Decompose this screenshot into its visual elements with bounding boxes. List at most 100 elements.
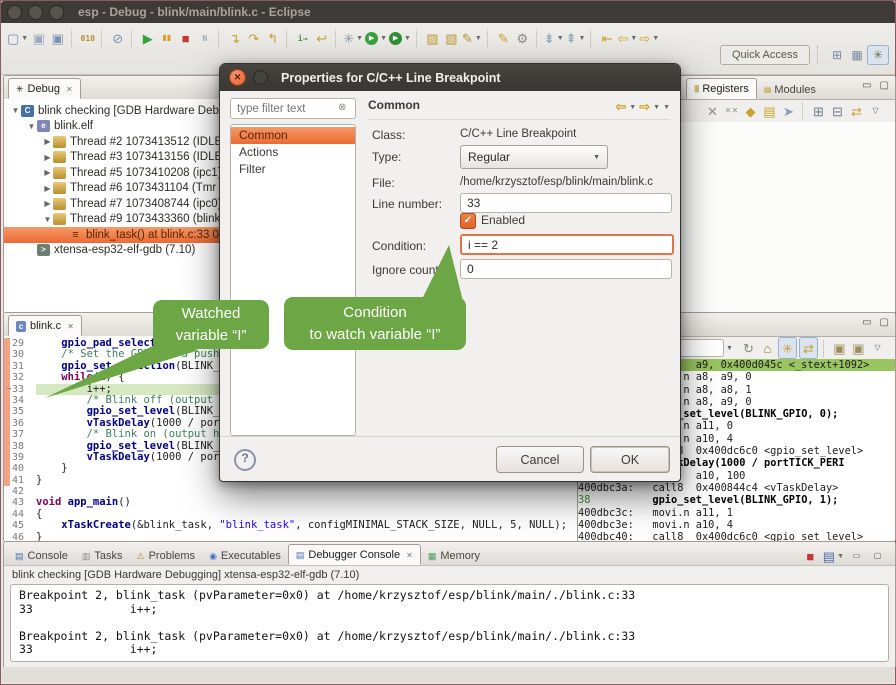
type-dropdown[interactable]: Regular ▼	[460, 145, 608, 169]
tab-problems[interactable]: ⚠Problems	[130, 546, 203, 565]
help-button[interactable]: ?	[234, 449, 256, 471]
minimize-view-button[interactable]: ▭	[862, 81, 871, 91]
expander-expanded-icon[interactable]: ▼	[42, 215, 53, 224]
expander-collapsed-icon[interactable]: ▶	[42, 168, 53, 177]
annotation-brush-icon[interactable]: ✎	[495, 28, 512, 48]
view-menu-icon[interactable]: ▽	[867, 101, 884, 121]
cancel-button[interactable]: Cancel	[496, 446, 584, 473]
back-dropdown[interactable]: ⇦▼	[617, 28, 637, 48]
tab-modules[interactable]: ▤Modules	[757, 80, 823, 99]
dialog-maximize-button[interactable]	[253, 70, 268, 85]
profile-icon[interactable]: ⚙	[514, 28, 531, 48]
drop-to-frame-button[interactable]: ↩	[313, 28, 330, 48]
collapse-all-icon[interactable]: ⊟	[829, 101, 846, 121]
open-element-icon[interactable]: ▨	[424, 28, 441, 48]
tab-console[interactable]: ▤Console	[8, 546, 75, 565]
link-with-debug-icon[interactable]: ⇄	[848, 101, 865, 121]
dialog-close-button[interactable]: ✕	[229, 69, 246, 86]
close-tab-icon[interactable]: ✕	[406, 551, 413, 560]
display-selected-console-dropdown[interactable]: ▤▼	[823, 546, 844, 566]
clear-filter-icon[interactable]: ⊗	[338, 102, 346, 113]
chevron-down-icon[interactable]: ▼	[629, 104, 636, 111]
dialog-nav-common[interactable]: Common	[231, 127, 355, 144]
mark-occurrences-dropdown[interactable]: ✎▼	[462, 28, 482, 48]
show-breakpoints-icon[interactable]: ◆	[742, 101, 759, 121]
external-tools-dropdown[interactable]: ▶▼	[389, 28, 411, 48]
view-menu-icon[interactable]: ▽	[869, 338, 886, 358]
expander-collapsed-icon[interactable]: ▶	[42, 153, 53, 162]
close-button[interactable]	[7, 5, 22, 20]
skip-all-breakpoints-toggle[interactable]: ⊘	[109, 28, 126, 48]
forward-dropdown[interactable]: ⇨▼	[639, 28, 659, 48]
maximize-view-button[interactable]: ▢	[869, 546, 886, 566]
next-annotation-dropdown[interactable]: ⇟▼	[544, 28, 564, 48]
close-tab-icon[interactable]: ✕	[67, 322, 74, 331]
dialog-nav-filter[interactable]: Filter	[231, 161, 355, 178]
forward-icon[interactable]: ⇨	[639, 99, 650, 115]
suspend-button[interactable]: ▮▮	[158, 28, 175, 48]
breakpoint-arrow-icon[interactable]: →	[4, 382, 13, 392]
open-new-view-icon[interactable]: ▣	[831, 338, 848, 358]
save-button[interactable]: ▣	[30, 28, 47, 48]
tab-blink-c[interactable]: c blink.c ✕	[8, 315, 82, 336]
minimize-view-button[interactable]: ▭	[862, 318, 871, 328]
disconnect-button[interactable]: N	[196, 28, 213, 48]
step-return-button[interactable]: ↰	[264, 28, 281, 48]
maximize-view-button[interactable]: ▢	[880, 81, 889, 91]
instruction-stepping-toggle[interactable]: i→	[294, 28, 311, 48]
minimize-button[interactable]	[28, 5, 43, 20]
maximize-view-button[interactable]: ▢	[880, 318, 889, 328]
expander-collapsed-icon[interactable]: ▶	[42, 199, 53, 208]
step-into-button[interactable]: ↴	[226, 28, 243, 48]
goto-file-icon[interactable]: ▤	[761, 101, 778, 121]
tab-executables[interactable]: ◉Executables	[202, 546, 288, 565]
home-icon[interactable]: ⌂	[759, 338, 776, 358]
step-over-button[interactable]: ↷	[245, 28, 262, 48]
dialog-nav-actions[interactable]: Actions	[231, 144, 355, 161]
last-edit-location-button[interactable]: ⇤	[598, 28, 615, 48]
quick-access-button[interactable]: Quick Access	[720, 45, 810, 65]
debug-history-dropdown[interactable]: ✳▼	[343, 28, 363, 48]
expander-expanded-icon[interactable]: ▼	[26, 122, 37, 131]
chevron-down-icon[interactable]: ▼	[726, 345, 733, 352]
terminate-console-button[interactable]: ■	[802, 546, 819, 566]
remove-icon[interactable]: ✕	[704, 101, 721, 121]
tab-debugger-console[interactable]: ▤Debugger Console✕	[288, 544, 421, 565]
show-source-toggle[interactable]: ✳	[778, 337, 797, 359]
refresh-icon[interactable]: ↻	[740, 338, 757, 358]
pin-view-icon[interactable]: ▣	[850, 338, 867, 358]
line-number-input[interactable]	[460, 193, 672, 213]
tab-memory[interactable]: ▦Memory	[421, 546, 487, 565]
enabled-checkbox[interactable]: ✓	[460, 213, 476, 229]
run-dropdown[interactable]: ▶▼	[365, 28, 387, 48]
back-icon[interactable]: ⇦	[615, 99, 626, 115]
new-wizard-dropdown[interactable]: ▢▼	[7, 28, 28, 48]
close-tab-icon[interactable]: ✕	[66, 85, 73, 94]
ok-button[interactable]: OK	[590, 446, 670, 473]
maximize-button[interactable]	[49, 5, 64, 20]
expander-collapsed-icon[interactable]: ▶	[42, 184, 53, 193]
chevron-down-icon[interactable]: ▼	[653, 104, 660, 111]
view-menu-icon[interactable]: ▼	[663, 104, 670, 111]
sync-active-context-toggle[interactable]: ⇄	[799, 337, 818, 359]
save-all-button[interactable]: ▣	[49, 28, 66, 48]
select-pointer-icon[interactable]: ➤	[780, 101, 797, 121]
resume-button[interactable]: ▶	[139, 28, 156, 48]
terminate-button[interactable]: ■	[177, 28, 194, 48]
tab-registers[interactable]: ||||Registers	[686, 78, 757, 99]
cpp-perspective-icon[interactable]: ▦	[847, 46, 867, 64]
open-resource-icon[interactable]: ▧	[443, 28, 460, 48]
debug-perspective-icon[interactable]: ✳	[867, 45, 889, 65]
open-perspective-icon[interactable]: ⊞	[827, 46, 847, 64]
expand-all-icon[interactable]: ⊞	[810, 101, 827, 121]
minimize-view-button[interactable]: ▭	[848, 546, 865, 566]
binary-console-icon[interactable]: 010	[79, 28, 96, 48]
expander-expanded-icon[interactable]: ▼	[10, 106, 21, 115]
tab-tasks[interactable]: ▥Tasks	[75, 546, 130, 565]
ignore-count-input[interactable]	[460, 259, 672, 279]
expander-collapsed-icon[interactable]: ▶	[42, 137, 53, 146]
tab-debug[interactable]: ✳ Debug ✕	[8, 78, 81, 99]
remove-all-icon[interactable]: ✕✕	[723, 101, 740, 121]
console-output[interactable]: Breakpoint 2, blink_task (pvParameter=0x…	[10, 584, 889, 662]
condition-input[interactable]	[460, 234, 674, 255]
